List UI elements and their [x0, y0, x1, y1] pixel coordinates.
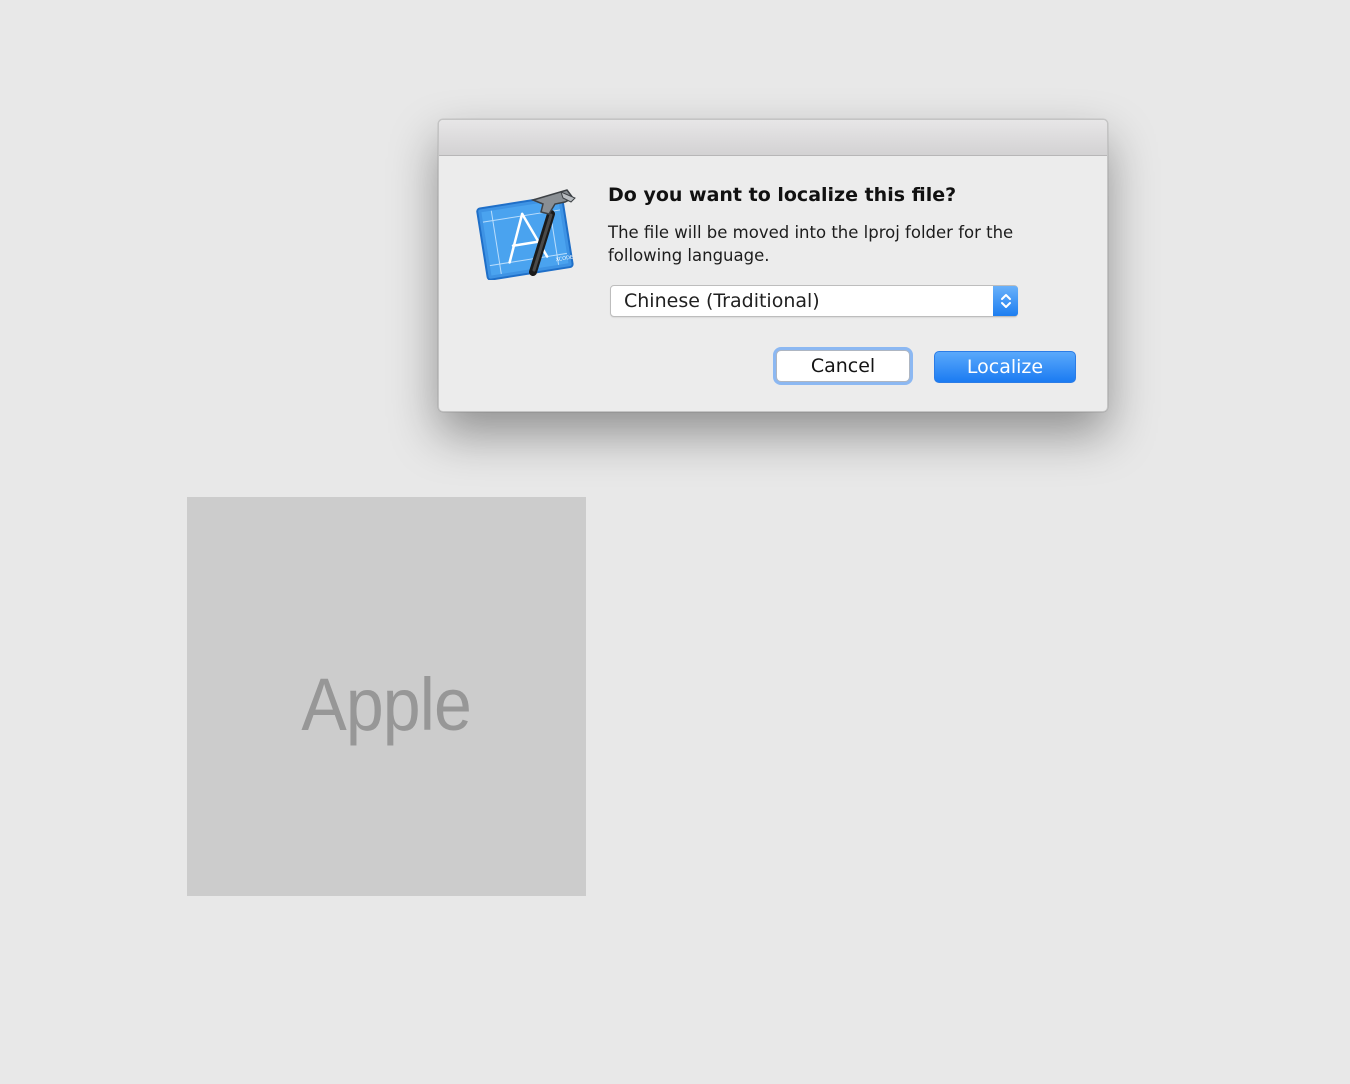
dialog-title: Do you want to localize this file? [608, 184, 957, 206]
image-placeholder: Apple [187, 497, 586, 896]
dialog-message: The file will be moved into the lproj fo… [608, 223, 1014, 265]
localize-button[interactable]: Localize [934, 351, 1076, 383]
image-placeholder-label: Apple [301, 663, 472, 746]
language-popup[interactable]: Chinese (Traditional) [610, 285, 1018, 317]
language-popup-value: Chinese (Traditional) [624, 290, 820, 312]
xcode-app-icon: XCODE [476, 189, 576, 280]
localize-dialog: XCODE Do you want to localize this file?… [438, 119, 1108, 412]
up-down-arrows-icon [993, 286, 1018, 316]
dialog-titlebar [439, 120, 1107, 156]
cancel-button[interactable]: Cancel [776, 350, 910, 382]
